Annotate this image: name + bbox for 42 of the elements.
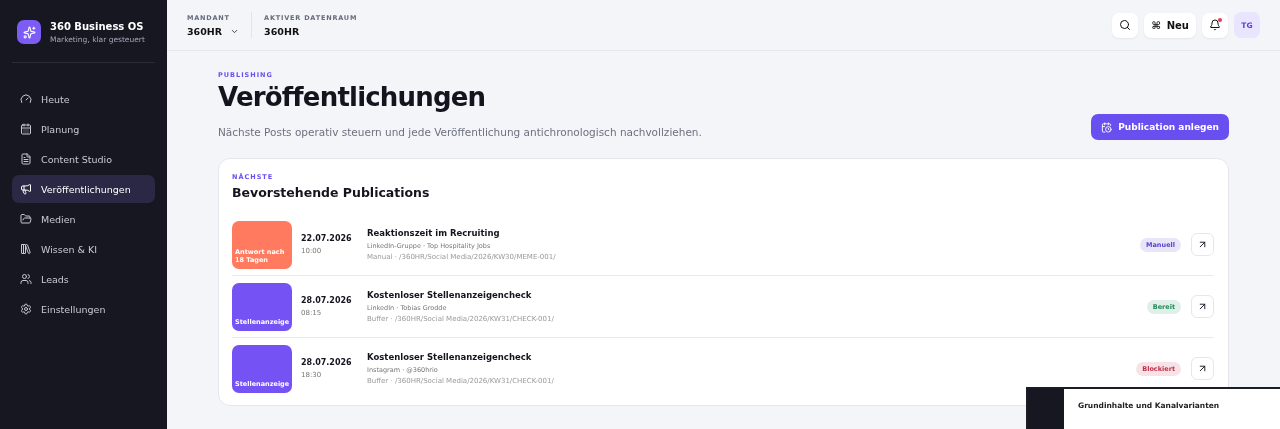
sidebar-item[interactable]: Veröffentlichungen	[12, 175, 155, 203]
sidebar-item[interactable]: Planung	[12, 115, 155, 143]
logo-icon	[17, 20, 41, 44]
calendar-icon	[20, 123, 32, 135]
post-title: Kostenloser Stellenanzeigencheck	[367, 290, 533, 300]
folder-icon	[20, 213, 32, 225]
arrow-icon	[1197, 239, 1208, 250]
page-subtitle: Nächste Posts operativ steuern und jede Veröffentlichung antichronologisch nachvollziehen.	[218, 126, 702, 138]
new-button[interactable]: ⌘ Neu	[1144, 12, 1196, 38]
open-button[interactable]	[1191, 357, 1214, 380]
search-button[interactable]	[1112, 12, 1139, 38]
sidebar-item[interactable]: Leads	[12, 265, 155, 293]
sidebar-item[interactable]: Heute	[12, 85, 155, 113]
settings-icon	[20, 303, 32, 315]
sidebar-item[interactable]: Medien	[12, 205, 155, 233]
megaphone-icon	[20, 183, 32, 195]
notification-button[interactable]	[1202, 12, 1228, 38]
post-date: 22.07.2026	[301, 234, 353, 243]
post-date: 28.07.2026	[301, 296, 353, 305]
gauge-icon	[20, 93, 32, 105]
brand-title: 360 Business OS	[50, 20, 145, 32]
card-title: Bevorstehende Publications	[232, 185, 431, 200]
bell-icon	[1209, 19, 1221, 31]
field-value: 360HR	[264, 25, 301, 37]
books-icon	[20, 243, 32, 255]
page-title: Veröffentlichungen	[218, 82, 487, 112]
post-date: 28.07.2026	[301, 358, 353, 367]
arrow-icon	[1197, 363, 1208, 374]
sidebar-item[interactable]: Content Studio	[12, 145, 155, 173]
sidebar-item[interactable]: Einstellungen	[12, 295, 155, 323]
open-button[interactable]	[1191, 295, 1214, 318]
search-icon	[1119, 19, 1132, 31]
open-button[interactable]	[1191, 233, 1214, 256]
calendar-clock-icon	[1101, 121, 1113, 133]
post-title: Kostenloser Stellenanzeigencheck	[367, 352, 533, 362]
create-publication-button[interactable]: Publication anlegen	[1091, 114, 1229, 140]
arrow-icon	[1197, 301, 1208, 312]
users-icon	[20, 273, 32, 285]
client-dropdown[interactable]: 360HR	[187, 25, 240, 37]
sidebar-item[interactable]: Wissen & KI	[12, 235, 155, 263]
post-title: Reaktionszeit im Recruiting	[367, 228, 501, 238]
document-icon	[20, 153, 32, 165]
